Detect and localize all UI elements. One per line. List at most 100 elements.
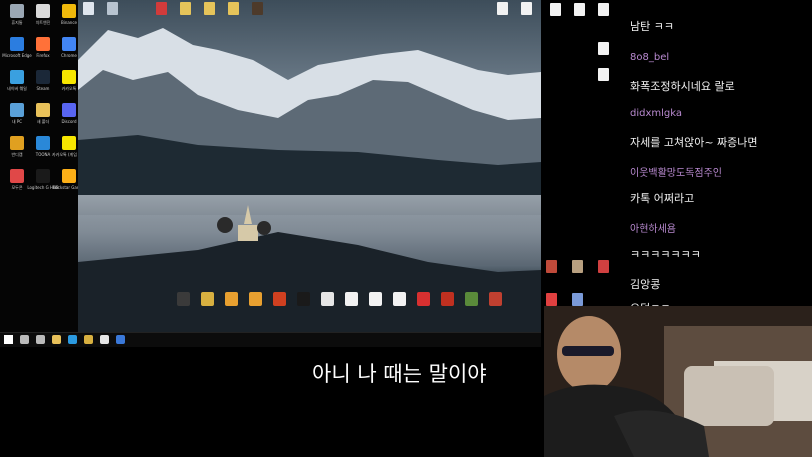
desktop-icon[interactable] <box>175 2 195 16</box>
file-icon <box>597 68 609 81</box>
app-icon <box>10 4 24 18</box>
file-icon <box>571 293 583 306</box>
chat-message: 남탄 ㅋㅋ <box>630 20 674 33</box>
desktop-icon[interactable] <box>569 3 589 17</box>
app-icon <box>488 292 502 306</box>
chat-panel: 남탄 ㅋㅋ 8o8_bel 화폭조정하시네요 랄로 didxmlgka 자세를 고쳐앉아… <box>619 0 812 315</box>
desktop-icon[interactable] <box>516 2 536 16</box>
app-icon <box>10 136 24 150</box>
desktop-wallpaper <box>78 0 541 332</box>
desktop-icon[interactable] <box>341 292 361 307</box>
app-icon <box>440 292 454 306</box>
desktop-icon[interactable] <box>221 292 241 307</box>
desktop-icon[interactable] <box>541 260 561 274</box>
app-icon <box>416 292 430 306</box>
app-icon <box>62 136 76 150</box>
taskbar-explorer-button[interactable] <box>52 335 61 344</box>
chat-message: 화폭조정하시네요 랄로 <box>630 80 735 93</box>
file-icon <box>227 2 239 15</box>
file-icon <box>597 42 609 55</box>
desktop-icon[interactable] <box>593 3 613 17</box>
app-icon <box>36 37 50 51</box>
taskbar-app2-button[interactable] <box>100 335 109 344</box>
desktop-icon[interactable] <box>199 2 219 16</box>
taskbar-app3-button[interactable] <box>116 335 125 344</box>
desktop-icon[interactable] <box>567 293 587 307</box>
taskbar-task-view-button[interactable] <box>36 335 45 344</box>
app-icon <box>368 292 382 306</box>
desktop-left-icons: 휴지통 치트엔진 Binance Microsoft Edge Firefox Chrom… <box>0 0 86 332</box>
file-icon <box>251 2 263 15</box>
desktop-icon[interactable] <box>593 42 613 56</box>
desktop-icon[interactable] <box>78 2 98 16</box>
webcam-scene <box>544 306 812 457</box>
app-icon <box>296 292 310 306</box>
desktop-icon[interactable] <box>545 3 565 17</box>
app-icon <box>392 292 406 306</box>
app-icon <box>36 136 50 150</box>
chat-message: 자세를 고쳐앉아~ 짜증나면 <box>630 136 758 149</box>
desktop-icon[interactable] <box>223 2 243 16</box>
app-icon <box>36 4 50 18</box>
app-icon <box>36 70 50 84</box>
desktop-icon[interactable] <box>269 292 289 307</box>
app-icon <box>200 292 214 306</box>
app-icon <box>176 292 190 306</box>
app-icon <box>62 4 76 18</box>
desktop-icon[interactable] <box>245 292 265 307</box>
file-icon <box>520 2 532 15</box>
app-icon <box>344 292 358 306</box>
taskbar <box>0 332 541 347</box>
desktop-icon[interactable] <box>485 292 505 307</box>
app-icon <box>10 103 24 117</box>
app-icon <box>272 292 286 306</box>
desktop-icon[interactable] <box>541 293 561 307</box>
app-icon <box>224 292 238 306</box>
desktop-icon[interactable] <box>492 2 512 16</box>
desktop-icon[interactable] <box>593 68 613 82</box>
chat-username: 8o8_bel <box>630 52 670 63</box>
app-icon <box>36 169 50 183</box>
file-icon <box>545 293 557 306</box>
desktop-icon[interactable] <box>317 292 337 307</box>
app-icon <box>248 292 262 306</box>
mountain-landscape <box>78 0 541 332</box>
app-icon <box>62 103 76 117</box>
app-icon <box>10 169 24 183</box>
taskbar-start-button[interactable] <box>4 335 13 344</box>
desktop-icon[interactable] <box>173 292 193 307</box>
chat-username: 이웃백활망도독점주인 <box>630 168 722 179</box>
desktop-icon[interactable] <box>197 292 217 307</box>
app-icon <box>62 169 76 183</box>
file-icon <box>571 260 583 273</box>
file-icon <box>573 3 585 16</box>
file-icon <box>496 2 508 15</box>
video-subtitle: 아니 나 때는 말이야 <box>312 362 487 386</box>
app-icon <box>62 70 76 84</box>
app-icon <box>320 292 334 306</box>
desktop-icon[interactable] <box>461 292 481 307</box>
file-icon <box>106 2 118 15</box>
desktop-icon[interactable] <box>413 292 433 307</box>
desktop-icon[interactable] <box>365 292 385 307</box>
file-icon <box>155 2 167 15</box>
desktop-icon[interactable] <box>389 292 409 307</box>
desktop-icon[interactable] <box>151 2 171 16</box>
desktop-icon[interactable] <box>593 260 613 274</box>
taskbar-edge-button[interactable] <box>68 335 77 344</box>
taskbar-app-button[interactable] <box>84 335 93 344</box>
chat-username: didxmlgka <box>630 108 683 119</box>
desktop-icon[interactable] <box>567 260 587 274</box>
desktop-icon[interactable] <box>102 2 122 16</box>
chat-username: 아현하세욤 <box>630 224 676 235</box>
desktop-icon[interactable] <box>293 292 313 307</box>
app-icon <box>36 103 50 117</box>
desktop-icon[interactable] <box>437 292 457 307</box>
file-icon <box>545 260 557 273</box>
file-icon <box>597 3 609 16</box>
desktop-icon[interactable] <box>247 2 267 16</box>
taskbar-search-button[interactable] <box>20 335 29 344</box>
app-icon <box>464 292 478 306</box>
file-icon <box>597 260 609 273</box>
chat-message: ㅋㅋㅋㅋㅋㅋㅋ <box>630 248 701 261</box>
